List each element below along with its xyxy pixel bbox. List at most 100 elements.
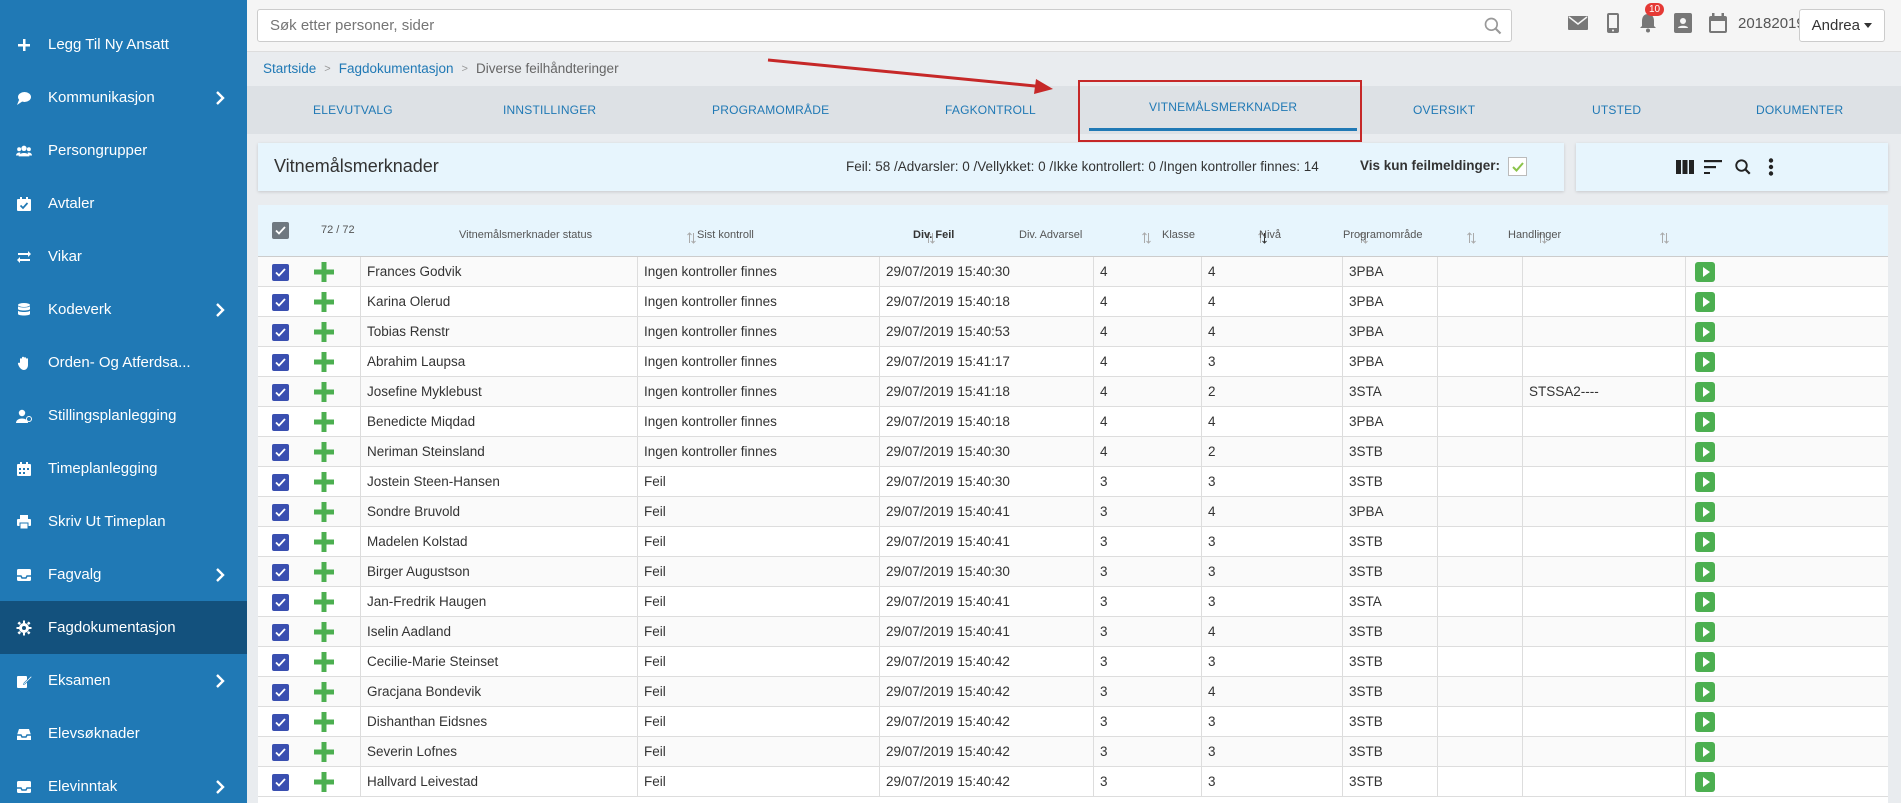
sidebar-item-fagdokumentasjon[interactable]: Fagdokumentasjon <box>0 601 247 654</box>
sidebar-item-avtaler[interactable]: Avtaler <box>0 177 247 230</box>
expand-plus-icon[interactable] <box>313 471 335 493</box>
play-action-button[interactable] <box>1695 682 1715 702</box>
column-header-nivå[interactable]: Nivå <box>1259 229 1281 241</box>
table-row[interactable]: Iselin Aadland Feil 29/07/2019 15:40:41 3 4 3… <box>258 617 1888 647</box>
play-action-button[interactable] <box>1695 712 1715 732</box>
row-checkbox[interactable] <box>272 564 289 581</box>
play-action-button[interactable] <box>1695 352 1715 372</box>
tab-oversikt[interactable]: OVERSIKT <box>1413 86 1475 134</box>
sidebar-item-skriv-ut-timeplan[interactable]: Skriv Ut Timeplan <box>0 495 247 548</box>
table-row[interactable]: Hallvard Leivestad Feil 29/07/2019 15:40:4… <box>258 767 1888 797</box>
row-checkbox[interactable] <box>272 594 289 611</box>
select-all-checkbox[interactable] <box>272 222 289 239</box>
expand-plus-icon[interactable] <box>313 351 335 373</box>
column-header-div-advarsel[interactable]: Div. Advarsel <box>1019 229 1082 241</box>
play-action-button[interactable] <box>1695 382 1715 402</box>
school-year-label[interactable]: 20182019 <box>1738 15 1805 32</box>
sidebar-item-kommunikasjon[interactable]: Kommunikasjon <box>0 71 247 124</box>
breadcrumb-startside[interactable]: Startside <box>263 61 316 76</box>
search-icon[interactable] <box>1732 157 1754 177</box>
expand-plus-icon[interactable] <box>313 621 335 643</box>
table-row[interactable]: Cecilie-Marie Steinset Feil 29/07/2019 15:… <box>258 647 1888 677</box>
row-checkbox[interactable] <box>272 654 289 671</box>
sort-icon[interactable] <box>1702 157 1724 177</box>
row-checkbox[interactable] <box>272 354 289 371</box>
play-action-button[interactable] <box>1695 652 1715 672</box>
sidebar-item-legg-til-ny-ansatt[interactable]: Legg Til Ny Ansatt <box>0 18 247 71</box>
table-row[interactable]: Jan-Fredrik Haugen Feil 29/07/2019 15:40:4… <box>258 587 1888 617</box>
bell-icon[interactable]: 10 <box>1637 3 1665 34</box>
expand-plus-icon[interactable] <box>313 741 335 763</box>
expand-plus-icon[interactable] <box>313 681 335 703</box>
sidebar-item-eksamen[interactable]: Eksamen <box>0 654 247 707</box>
play-action-button[interactable] <box>1695 412 1715 432</box>
sort-icon[interactable] <box>1142 232 1151 244</box>
expand-plus-icon[interactable] <box>313 651 335 673</box>
sidebar-item-vikar[interactable]: Vikar <box>0 230 247 283</box>
tab-innstillinger[interactable]: INNSTILLINGER <box>503 86 596 134</box>
table-row[interactable]: Neriman Steinsland Ingen kontroller finne… <box>258 437 1888 467</box>
row-checkbox[interactable] <box>272 684 289 701</box>
search-input[interactable] <box>258 10 1511 41</box>
table-row[interactable]: Severin Lofnes Feil 29/07/2019 15:40:42 3 3 3… <box>258 737 1888 767</box>
expand-plus-icon[interactable] <box>313 381 335 403</box>
table-row[interactable]: Gracjana Bondevik Feil 29/07/2019 15:40:42… <box>258 677 1888 707</box>
expand-plus-icon[interactable] <box>313 771 335 793</box>
sidebar-item-stillingsplanlegging[interactable]: Stillingsplanlegging <box>0 389 247 442</box>
play-action-button[interactable] <box>1695 532 1715 552</box>
expand-plus-icon[interactable] <box>313 591 335 613</box>
sidebar-item-persongrupper[interactable]: Persongrupper <box>0 124 247 177</box>
expand-plus-icon[interactable] <box>313 261 335 283</box>
play-action-button[interactable] <box>1695 262 1715 282</box>
expand-plus-icon[interactable] <box>313 321 335 343</box>
sidebar-item-elevinntak[interactable]: Elevinntak <box>0 760 247 803</box>
play-action-button[interactable] <box>1695 292 1715 312</box>
play-action-button[interactable] <box>1695 442 1715 462</box>
table-row[interactable]: Tobias Renstr Ingen kontroller finnes 29/0… <box>258 317 1888 347</box>
expand-plus-icon[interactable] <box>313 291 335 313</box>
sidebar-top-partial-item[interactable] <box>0 0 247 18</box>
search-box[interactable] <box>257 9 1512 42</box>
filter-checkbox[interactable] <box>1508 157 1527 176</box>
row-checkbox[interactable] <box>272 504 289 521</box>
tab-elevutvalg[interactable]: ELEVUTVALG <box>313 86 393 134</box>
contact-book-icon[interactable] <box>1672 12 1694 34</box>
play-action-button[interactable] <box>1695 562 1715 582</box>
row-checkbox[interactable] <box>272 774 289 791</box>
sidebar-item-fagvalg[interactable]: Fagvalg <box>0 548 247 601</box>
search-icon[interactable] <box>1483 16 1503 36</box>
table-row[interactable]: Benedicte Miqdad Ingen kontroller finnes 2… <box>258 407 1888 437</box>
table-row[interactable]: Karina Olerud Ingen kontroller finnes 29/0… <box>258 287 1888 317</box>
sidebar-item-timeplanlegging[interactable]: Timeplanlegging <box>0 442 247 495</box>
tab-dokumenter[interactable]: DOKUMENTER <box>1756 86 1843 134</box>
sort-icon[interactable] <box>687 232 696 244</box>
play-action-button[interactable] <box>1695 592 1715 612</box>
play-action-button[interactable] <box>1695 472 1715 492</box>
row-checkbox[interactable] <box>272 474 289 491</box>
column-header-programområde[interactable]: Programområde <box>1343 229 1422 241</box>
expand-plus-icon[interactable] <box>313 441 335 463</box>
row-checkbox[interactable] <box>272 294 289 311</box>
row-checkbox[interactable] <box>272 624 289 641</box>
table-row[interactable]: Madelen Kolstad Feil 29/07/2019 15:40:41 3 3… <box>258 527 1888 557</box>
column-header-div-feil[interactable]: Div. Feil <box>913 229 954 241</box>
row-checkbox[interactable] <box>272 264 289 281</box>
breadcrumb-fagdokumentasjon[interactable]: Fagdokumentasjon <box>339 61 454 76</box>
row-checkbox[interactable] <box>272 444 289 461</box>
column-header-vitnemålsmerknader-status[interactable]: Vitnemålsmerknader status <box>459 229 592 241</box>
sidebar-item-elevsøknader[interactable]: Elevsøknader <box>0 707 247 760</box>
expand-plus-icon[interactable] <box>313 501 335 523</box>
row-checkbox[interactable] <box>272 744 289 761</box>
columns-icon[interactable] <box>1674 157 1696 177</box>
table-row[interactable]: Josefine Myklebust Ingen kontroller finne… <box>258 377 1888 407</box>
column-header-handlinger[interactable]: Handlinger <box>1508 229 1561 241</box>
row-checkbox[interactable] <box>272 384 289 401</box>
column-header-sist-kontroll[interactable]: Sist kontroll <box>697 229 754 241</box>
tab-utsted[interactable]: UTSTED <box>1592 86 1641 134</box>
row-checkbox[interactable] <box>272 324 289 341</box>
table-row[interactable]: Jostein Steen-Hansen Feil 29/07/2019 15:40… <box>258 467 1888 497</box>
sort-icon[interactable] <box>1467 232 1476 244</box>
row-checkbox[interactable] <box>272 414 289 431</box>
row-checkbox[interactable] <box>272 714 289 731</box>
expand-plus-icon[interactable] <box>313 711 335 733</box>
